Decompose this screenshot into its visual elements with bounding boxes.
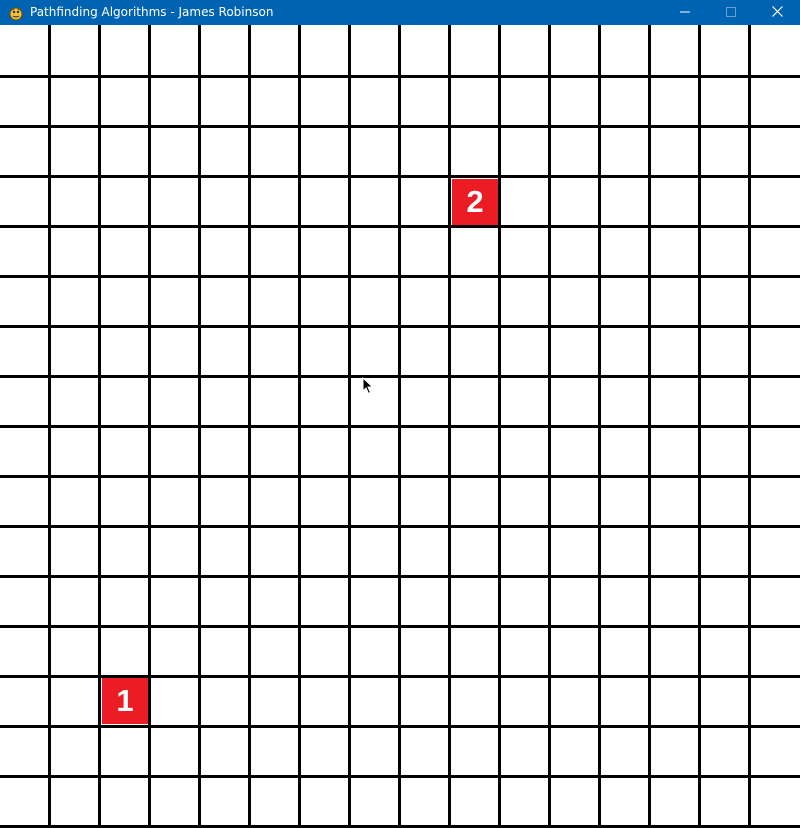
app-window: Pathfinding Algorithms - James Robinson [0, 0, 800, 828]
close-icon [771, 4, 783, 22]
mouse-pointer-icon [362, 376, 374, 395]
maximize-button[interactable] [708, 0, 754, 25]
end-node-label: 2 [466, 184, 484, 219]
minimize-button[interactable] [662, 0, 708, 25]
window-title: Pathfinding Algorithms - James Robinson [30, 5, 274, 19]
end-node[interactable]: 2 [452, 179, 498, 225]
minimize-icon [680, 4, 690, 22]
start-node[interactable]: 1 [102, 678, 148, 724]
window-controls [662, 0, 800, 25]
title-bar[interactable]: Pathfinding Algorithms - James Robinson [0, 0, 800, 25]
start-node-label: 1 [116, 683, 134, 718]
pygame-snake-icon [8, 5, 24, 21]
maximize-icon [726, 4, 736, 22]
pathfinding-grid-canvas[interactable]: 1 2 [0, 25, 800, 828]
close-button[interactable] [754, 0, 800, 25]
